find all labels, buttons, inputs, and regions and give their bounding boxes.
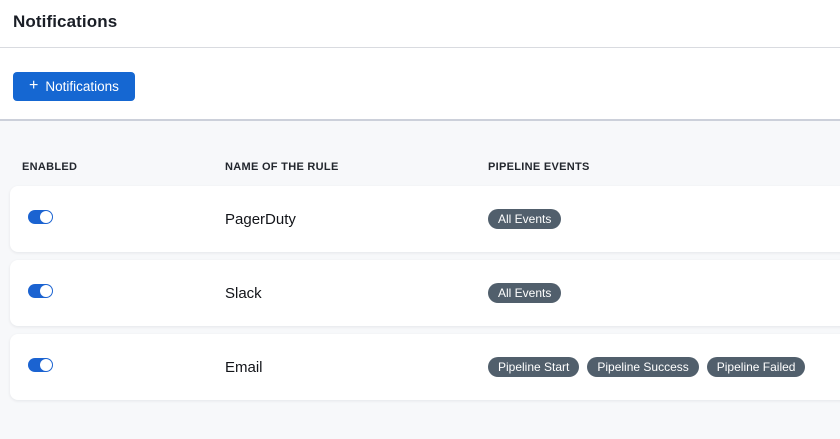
pipeline-event-badge: Pipeline Success [587,357,698,377]
rule-name: Slack [225,285,488,302]
pipeline-event-badge: All Events [488,209,561,229]
page-header: Notifications [0,0,840,47]
pipeline-events-cell: All Events [488,209,840,229]
page-title: Notifications [13,12,827,32]
enabled-toggle[interactable] [28,358,53,372]
table-row[interactable]: PagerDuty All Events [10,186,840,252]
toggle-knob-icon [40,285,52,297]
table-row[interactable]: Email Pipeline StartPipeline SuccessPipe… [10,334,840,400]
toggle-knob-icon [40,211,52,223]
enabled-toggle[interactable] [28,210,53,224]
enabled-cell [28,284,225,303]
table-body: PagerDuty All Events Slack All Events Em… [0,186,840,400]
pipeline-event-badge: Pipeline Start [488,357,579,377]
add-notification-button-label: Notifications [45,79,119,94]
add-notification-button[interactable]: + Notifications [13,72,135,101]
pipeline-event-badge: Pipeline Failed [707,357,806,377]
column-header-enabled: ENABLED [22,161,225,173]
enabled-cell [28,358,225,377]
pipeline-event-badge: All Events [488,283,561,303]
rule-name: PagerDuty [225,211,488,228]
plus-icon: + [29,78,38,94]
enabled-toggle[interactable] [28,284,53,298]
rule-name: Email [225,359,488,376]
enabled-cell [28,210,225,229]
table-row[interactable]: Slack All Events [10,260,840,326]
notifications-table: ENABLED NAME OF THE RULE PIPELINE EVENTS… [0,119,840,439]
table-header-row: ENABLED NAME OF THE RULE PIPELINE EVENTS [0,121,840,186]
pipeline-events-cell: Pipeline Start Pipeline Success Pipeline F… [488,357,840,377]
column-header-rule-name: NAME OF THE RULE [225,161,488,173]
toggle-knob-icon [40,359,52,371]
pipeline-events-cell: All Events [488,283,840,303]
toolbar: + Notifications [0,48,840,119]
column-header-pipeline-events: PIPELINE EVENTS [488,161,840,173]
